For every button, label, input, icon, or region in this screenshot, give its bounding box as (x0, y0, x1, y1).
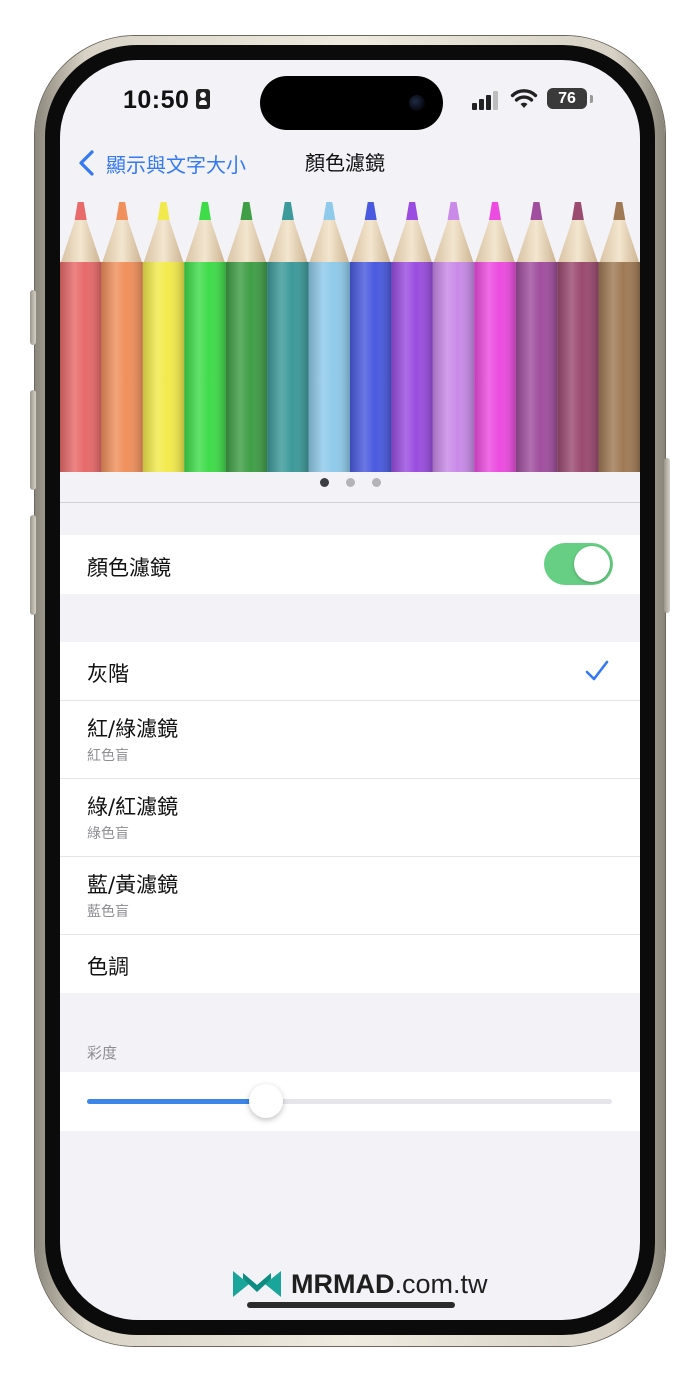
volume-up-button (30, 390, 36, 490)
pencil (557, 202, 599, 472)
color-filters-toggle[interactable] (544, 543, 613, 585)
person-id-icon (196, 89, 210, 109)
toggle-knob (574, 546, 610, 582)
back-button-label: 顯示與文字大小 (106, 152, 246, 177)
checkmark-icon (585, 660, 609, 681)
watermark-text: MRMAD.com.tw (291, 1268, 488, 1299)
filter-option-label: 紅/綠濾鏡 (87, 717, 179, 741)
pencil (474, 202, 516, 472)
colored-pencils-image[interactable] (60, 200, 640, 472)
filter-option-deuteranopia[interactable]: 綠/紅濾鏡 綠色盲 (60, 779, 640, 857)
color-filters-row: 顏色濾鏡 (60, 535, 640, 594)
filter-option-label: 色調 (87, 955, 129, 979)
pencil (142, 202, 185, 472)
cellular-signal-icon (472, 90, 502, 110)
filter-option-sublabel: 藍色盲 (87, 904, 129, 920)
intensity-slider[interactable] (87, 1084, 612, 1118)
page-dot[interactable] (371, 478, 381, 487)
filter-option-label: 藍/黃濾鏡 (87, 873, 179, 897)
color-filters-label: 顏色濾鏡 (87, 556, 171, 580)
filter-option-label: 綠/紅濾鏡 (87, 795, 179, 819)
watermark: MRMAD.com.tw (231, 1267, 488, 1301)
page-dot[interactable] (345, 478, 355, 487)
page-dot[interactable] (319, 478, 329, 487)
slider-thumb[interactable] (248, 1084, 283, 1118)
pencil (60, 202, 102, 472)
mrmad-logo-icon (233, 1271, 281, 1297)
intensity-section-header: 彩度 (87, 1044, 118, 1062)
wifi-icon (510, 89, 538, 108)
pencil (184, 202, 226, 472)
power-button (664, 458, 670, 613)
action-button (30, 290, 36, 345)
pencil (225, 202, 268, 472)
filter-option-sublabel: 紅色盲 (87, 748, 129, 764)
dynamic-island (260, 76, 443, 130)
page-control[interactable] (60, 478, 640, 492)
battery-icon: 76 (547, 88, 587, 109)
pencil (308, 202, 350, 472)
pencil (432, 202, 475, 472)
divider (60, 502, 640, 503)
filter-option-grayscale[interactable]: 灰階 (60, 642, 640, 701)
back-button[interactable]: 顯示與文字大小 (76, 148, 246, 178)
volume-down-button (30, 515, 36, 615)
chevron-left-icon (79, 150, 94, 176)
filter-options-list: 灰階 紅/綠濾鏡 紅色盲 綠/紅濾鏡 綠色盲 藍/黃濾鏡 藍色盲 色調 (60, 642, 640, 993)
screen: 10:50 76 顯示與文字大小 顏色濾鏡 顏色濾鏡 灰階 紅/綠濾鏡 紅色盲 … (60, 60, 640, 1320)
battery-tip (590, 95, 593, 103)
intensity-group (60, 1072, 640, 1131)
pencil (101, 202, 143, 472)
front-camera (409, 95, 425, 111)
pencil (598, 202, 640, 472)
home-indicator[interactable] (247, 1302, 455, 1308)
color-filters-group: 顏色濾鏡 (60, 535, 640, 594)
status-time: 10:50 (123, 86, 190, 114)
filter-option-tritanopia[interactable]: 藍/黃濾鏡 藍色盲 (60, 857, 640, 935)
pencil (515, 202, 558, 472)
pencil (267, 202, 309, 472)
slider-fill (87, 1099, 266, 1104)
pencil (391, 202, 433, 472)
filter-option-protanopia[interactable]: 紅/綠濾鏡 紅色盲 (60, 701, 640, 779)
filter-option-label: 灰階 (87, 662, 129, 686)
page-title: 顏色濾鏡 (305, 151, 385, 175)
filter-option-sublabel: 綠色盲 (87, 826, 129, 842)
pencil (350, 202, 392, 472)
filter-option-color-tint[interactable]: 色調 (60, 935, 640, 993)
